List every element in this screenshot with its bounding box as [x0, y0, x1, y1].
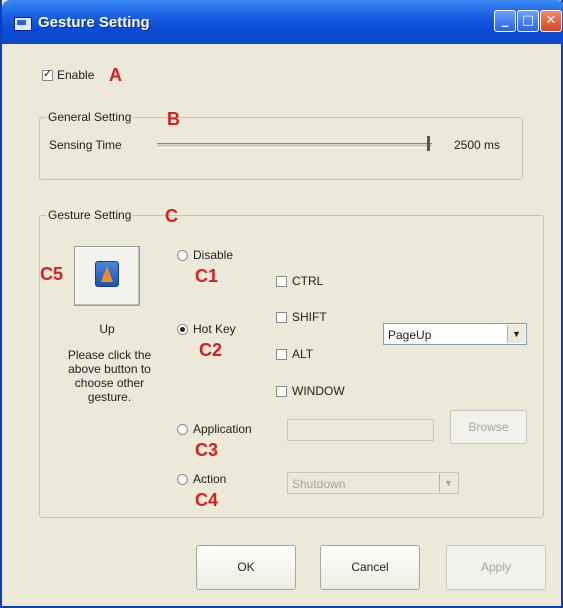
action-radio[interactable] — [177, 474, 188, 485]
ok-button[interactable]: OK — [196, 545, 296, 590]
cancel-button[interactable]: Cancel — [320, 545, 420, 590]
browse-button[interactable]: Browse — [450, 410, 527, 444]
alt-label: ALT — [292, 347, 314, 361]
shift-checkbox[interactable] — [276, 312, 287, 323]
window-title: Gesture Setting — [38, 14, 150, 31]
sensing-time-value: 2500 ms — [454, 138, 501, 152]
marker-c4: C4 — [195, 490, 219, 510]
sensing-time-slider-thumb[interactable] — [427, 136, 430, 151]
application-radio[interactable] — [177, 424, 188, 435]
window-label: WINDOW — [292, 384, 345, 398]
close-button[interactable]: ✕ — [540, 10, 562, 32]
title-bar[interactable]: Gesture Setting _ □ ✕ — [2, 0, 563, 44]
marker-c3: C3 — [195, 440, 219, 460]
gesture-setting-title: Gesture Setting — [46, 208, 134, 222]
marker-b: B — [167, 109, 180, 129]
disable-radio[interactable] — [177, 250, 188, 261]
chevron-down-icon[interactable]: ▼ — [439, 474, 457, 492]
marker-c5: C5 — [40, 264, 64, 284]
marker-c2: C2 — [199, 340, 223, 360]
action-dropdown[interactable]: Shutdown ▼ — [287, 472, 459, 494]
window-checkbox[interactable] — [276, 386, 287, 397]
hotkey-dropdown[interactable]: PageUp ▼ — [383, 323, 527, 345]
ctrl-label: CTRL — [292, 274, 324, 288]
hotkey-dropdown-value: PageUp — [388, 328, 432, 342]
gesture-setting-window: Gesture Setting _ □ ✕ Enable A General S… — [0, 0, 563, 608]
apply-button[interactable]: Apply — [446, 545, 546, 590]
gesture-select-button[interactable] — [74, 246, 140, 306]
maximize-button[interactable]: □ — [517, 10, 539, 32]
marker-c: C — [165, 206, 178, 226]
sensing-time-slider[interactable] — [157, 143, 432, 148]
general-setting-title: General Setting — [46, 110, 134, 124]
application-label: Application — [193, 422, 252, 436]
hotkey-radio[interactable] — [177, 324, 188, 335]
enable-label: Enable — [57, 68, 95, 82]
chevron-down-icon[interactable]: ▼ — [507, 325, 525, 343]
arrow-up-icon — [95, 261, 119, 287]
ctrl-checkbox[interactable] — [276, 276, 287, 287]
enable-checkbox[interactable] — [42, 67, 53, 81]
application-path-input[interactable] — [287, 419, 434, 441]
action-dropdown-value: Shutdown — [292, 477, 346, 491]
action-label: Action — [193, 472, 227, 486]
gesture-name: Up — [99, 322, 115, 336]
sensing-time-label: Sensing Time — [49, 138, 122, 152]
minimize-button[interactable]: _ — [494, 10, 516, 32]
alt-checkbox[interactable] — [276, 349, 287, 360]
marker-c1: C1 — [195, 266, 219, 286]
hotkey-label: Hot Key — [193, 322, 236, 336]
app-icon — [14, 17, 32, 31]
disable-label: Disable — [193, 248, 234, 262]
marker-a: A — [109, 65, 122, 85]
shift-label: SHIFT — [292, 310, 327, 324]
gesture-help-text: Please click the above button to choose … — [67, 348, 152, 404]
